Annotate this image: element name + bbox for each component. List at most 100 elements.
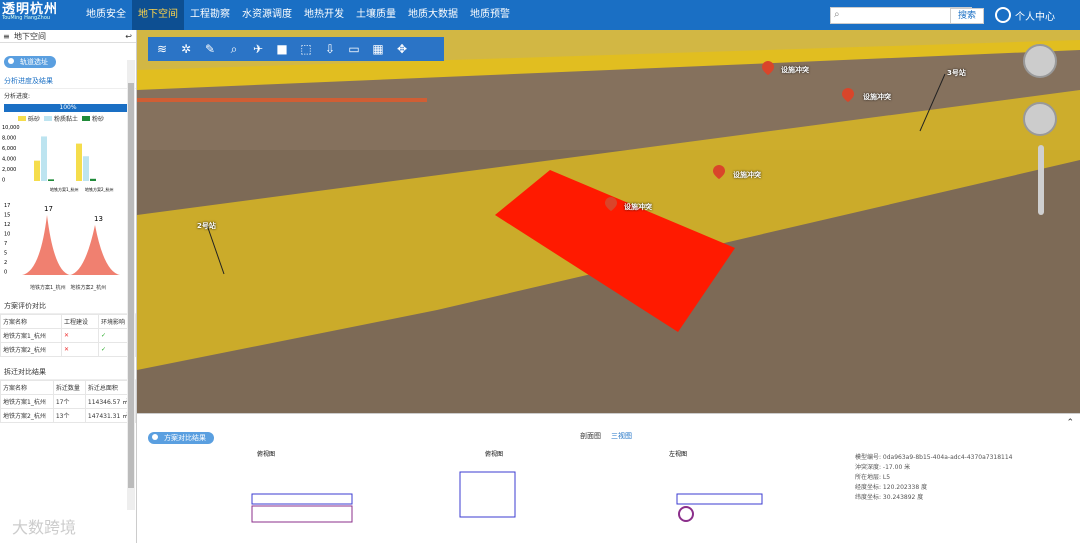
square-icon[interactable]: ■ [272,40,292,58]
bar-ytick: 2,000 [2,167,16,173]
fan-icon[interactable]: ✲ [176,40,196,58]
peak-label-1: 17 [44,205,53,213]
peak-ytick: 10 [4,232,10,238]
peak-ytick: 12 [4,222,10,228]
peak-ytick: 7 [4,241,7,247]
view-box [459,471,516,518]
bar[interactable] [34,160,40,181]
view-box [251,505,353,523]
eval-cell: 地铁方案2_杭州 [0,342,62,357]
user-center-menu[interactable]: 个人中心 [1015,8,1055,23]
main-nav: 地质安全 地下空间 工程勘察 水资源调度 地热开发 土壤质量 地质大数据 地质预… [80,0,516,30]
search-button[interactable]: 搜索 [950,8,984,24]
bar-ytick: 6,000 [2,146,16,152]
conflict-label: 设施冲突 [781,66,809,74]
menu-icon[interactable]: ≡ [3,30,10,43]
bar-ytick: 8,000 [2,136,16,142]
bar-ytick: 4,000 [2,157,16,163]
eval-title: 方案评价对比 [0,299,136,314]
location-pin-icon[interactable] [605,197,617,211]
bar[interactable] [90,178,96,181]
bar[interactable] [76,143,82,181]
nav-item-warning[interactable]: 地质预警 [464,0,516,30]
watermark: 大数跨境 [12,518,77,537]
layers-icon[interactable]: ≋ [152,40,172,58]
demo-cell: 13个 [52,408,86,423]
brush-icon[interactable]: ✎ [200,40,220,58]
bar-xlabel-2: 地铁方案2_杭州 [85,186,114,192]
cross-icon: ✕ [60,328,99,343]
drone-icon[interactable]: ✥ [392,40,412,58]
nav-item-underground[interactable]: 地下空间 [132,0,184,30]
bar[interactable] [83,156,89,181]
sidebar-scroll-thumb[interactable] [128,83,134,488]
peak-area [22,215,120,275]
info-depth: 沖突深度: -17.00 米 [855,464,911,471]
peak-xlabels: 地铁方案1_杭州 地铁方案2_杭州 [0,284,136,291]
peak-ytick: 2 [4,260,7,266]
table-row: 地铁方案2_杭州 ✕ ✓ [0,342,136,357]
demo-header: 拆迁数量 [52,380,86,395]
peak-ytick: 5 [4,251,7,257]
map-toolbar: ≋ ✲ ✎ ⌕ ✈ ■ ⬚ ⇩ ▭ ▦ ✥ [148,37,444,61]
back-icon[interactable]: ↩ [125,30,132,43]
nav-item-water[interactable]: 水资源调度 [236,0,298,30]
peak-chart: 17 15 12 10 7 5 2 0 17 13 [4,203,120,276]
eval-cell: 地铁方案1_杭州 [0,328,62,343]
nav-item-geo-safety[interactable]: 地质安全 [80,0,132,30]
download-icon[interactable]: ⇩ [320,40,340,58]
location-pin-icon[interactable] [713,165,725,179]
location-pin-icon[interactable] [842,88,854,102]
legend-1: 砾砂 [28,116,41,123]
tab-three-view[interactable]: 三视图 [611,432,632,440]
location-pin-icon[interactable] [762,61,774,75]
track-site-pill[interactable]: 轨道选址 [4,56,56,68]
nav-item-soil[interactable]: 土壤质量 [350,0,402,30]
search-icon[interactable]: ⌕ [224,40,244,58]
bar-xlabel-1: 地铁方案1_杭州 [50,186,79,192]
demo-table: 方案名称 拆迁数量 拆迁总面积 地铁方案1_杭州 17个 114346.57 ㎡ 地铁方… [0,380,136,423]
nav-item-bigdata[interactable]: 地质大数据 [402,0,464,30]
tab-profile[interactable]: 剖面图 [580,432,601,440]
peak-ytick: 0 [4,270,7,276]
cross-icon: ✕ [60,342,99,357]
sidebar-title: 地下空间 [14,32,46,41]
model-info: 模型编号: 0da963a9-8b15-404a-adc4-4370a73181… [855,453,1013,503]
cube-icon[interactable]: ⬚ [296,40,316,58]
map-icon[interactable]: ▦ [368,40,388,58]
sidebar: ≡ 地下空间 ↩ 轨道选址 分析进度及结果 分析进度: 100% 砾砂 粉质黏土 粉… [0,30,137,543]
demo-header: 方案名称 [0,380,54,395]
eval-header: 工程建设 [60,314,99,329]
bar[interactable] [48,179,54,181]
nav-item-survey[interactable]: 工程勘察 [184,0,236,30]
view-title: 俯视图 [257,450,275,458]
user-avatar-icon[interactable] [995,7,1011,23]
demo-cell: 地铁方案2_杭州 [0,408,54,423]
nav-item-geothermal[interactable]: 地热开发 [298,0,350,30]
bar-ytick: 0 [2,178,5,184]
table-row: 地铁方案2_杭州 13个 147431.31 ㎡ [0,408,136,423]
compass-icon[interactable] [1023,44,1057,78]
tilt-control-icon[interactable] [1023,102,1057,136]
peak-ytick: 15 [4,213,10,219]
conflict-label: 设施冲突 [624,203,652,211]
peak-xlabel-2: 地铁方案2_杭州 [70,285,107,291]
collapse-icon[interactable]: ⌃ [1066,418,1074,428]
logo[interactable]: 透明杭州 TouMing HangZhou [2,3,64,27]
screen-icon[interactable]: ▭ [344,40,364,58]
view-title: 俯视图 [485,450,503,458]
result-pill-row: 方案对比结果 [148,425,214,444]
bar[interactable] [41,136,47,181]
view-circle [678,506,694,522]
zoom-slider[interactable] [1038,145,1044,215]
result-pill[interactable]: 方案对比结果 [148,432,214,444]
analysis-title: 分析进度及结果 [0,74,136,89]
peak-label-2: 13 [94,215,103,223]
legend-2: 粉质黏土 [54,116,79,123]
map-3d-view[interactable]: 设施冲突 设施冲突 设施冲突 设施冲突 2号站 3号站 [137,30,1080,413]
conflict-label: 设施冲突 [863,93,891,101]
info-lat: 纬度坐标: 30.243892 度 [855,494,924,501]
progress-label: 分析进度: [4,93,31,100]
plane-icon[interactable]: ✈ [248,40,268,58]
station-label: 2号站 [197,222,216,230]
